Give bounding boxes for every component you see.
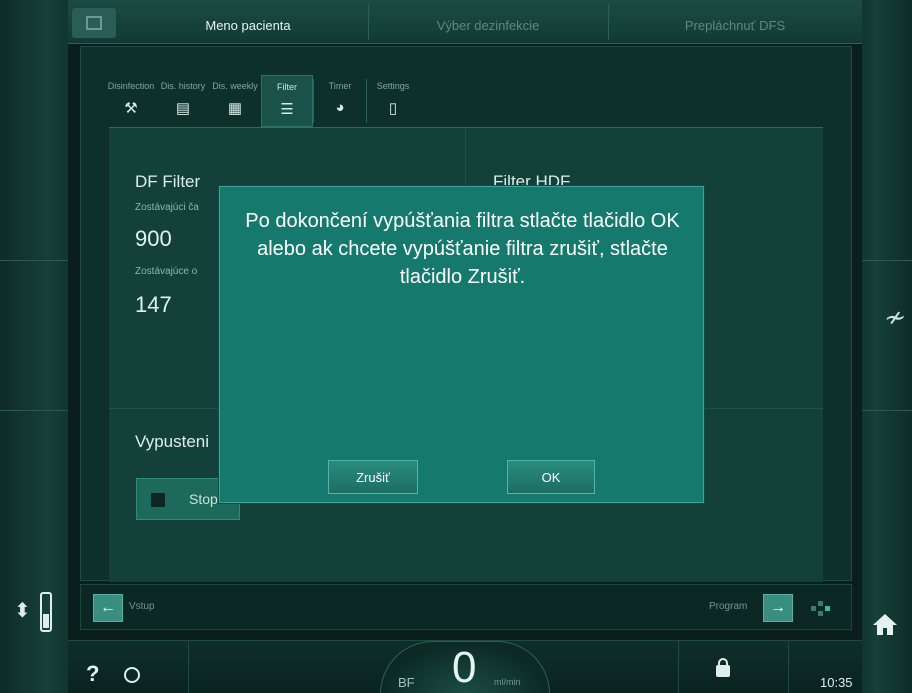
subtab-dis-weekly[interactable]: Dis. weekly ▦ bbox=[209, 75, 261, 127]
cancel-button[interactable]: Zrušiť bbox=[328, 460, 418, 494]
forward-button[interactable]: → bbox=[763, 594, 793, 622]
settings-icon: ▯ bbox=[388, 100, 398, 117]
navigation-bar: ← Vstup Program → bbox=[80, 584, 852, 630]
bypass-icon[interactable]: ≁ bbox=[882, 302, 904, 333]
rail-divider bbox=[0, 410, 68, 411]
filter-icon: ☰ bbox=[280, 101, 294, 118]
subtab-disinfection[interactable]: Disinfection ⚒ bbox=[105, 75, 157, 127]
df-remaining-other-value: 147 bbox=[135, 292, 172, 317]
subtab-label: Dis. weekly bbox=[212, 81, 258, 91]
subtab-timer[interactable]: Timer ◕ bbox=[314, 75, 366, 127]
stop-checkbox bbox=[151, 493, 165, 507]
subtab-label: Dis. history bbox=[160, 81, 206, 91]
bf-label: BF bbox=[398, 675, 415, 690]
status-bar: ? BF 0 ml/min 10:35 bbox=[68, 640, 862, 693]
df-remaining-other-label: Zostávajúce o bbox=[135, 266, 198, 277]
subtab-settings[interactable]: Settings ▯ bbox=[367, 75, 419, 127]
tab-patient-name[interactable]: Meno pacienta bbox=[128, 0, 368, 44]
tab-disinfection-selection[interactable]: Výber dezinfekcie bbox=[368, 0, 608, 44]
syringe-icon[interactable] bbox=[40, 592, 52, 632]
timer-icon: ◕ bbox=[335, 99, 345, 116]
arrow-right-icon: → bbox=[770, 599, 786, 616]
wrench-icon: ⚒ bbox=[124, 100, 138, 117]
clock: 10:35 bbox=[820, 675, 853, 690]
status-divider bbox=[788, 641, 789, 693]
back-label: Vstup bbox=[129, 601, 155, 612]
left-rail bbox=[0, 0, 68, 693]
sub-tab-bar: Disinfection ⚒ Dis. history ▤ Dis. weekl… bbox=[105, 75, 419, 127]
rail-divider bbox=[862, 260, 912, 261]
program-progress-icon bbox=[811, 601, 835, 616]
screen-icon bbox=[86, 16, 102, 30]
cancel-label: Zrušiť bbox=[356, 469, 390, 485]
tab-label: Prepláchnuť DFS bbox=[684, 18, 786, 33]
weekly-icon: ▦ bbox=[227, 100, 243, 117]
bf-value: 0 bbox=[452, 643, 477, 692]
tab-label: Výber dezinfekcie bbox=[436, 18, 540, 33]
subtab-label: Disinfection bbox=[107, 81, 155, 91]
status-divider bbox=[188, 641, 189, 693]
up-down-arrows-icon[interactable]: ⬍ bbox=[14, 598, 31, 623]
back-button[interactable]: ← bbox=[93, 594, 123, 622]
top-tab-bar: Meno pacienta Výber dezinfekcie Preplách… bbox=[68, 0, 862, 44]
timer-status-icon[interactable] bbox=[124, 667, 140, 683]
stop-label: Stop bbox=[189, 491, 218, 507]
subtab-dis-history[interactable]: Dis. history ▤ bbox=[157, 75, 209, 127]
arrow-left-icon: ← bbox=[100, 599, 116, 616]
home-icon[interactable] bbox=[872, 612, 898, 636]
forward-label: Program bbox=[709, 601, 748, 612]
help-icon[interactable]: ? bbox=[86, 661, 99, 687]
drain-title: Vypusteni bbox=[135, 432, 210, 451]
ok-label: OK bbox=[541, 469, 561, 485]
ok-button[interactable]: OK bbox=[507, 460, 595, 494]
subtab-filter[interactable]: Filter ☰ bbox=[261, 75, 313, 127]
rail-divider bbox=[862, 410, 912, 411]
subtab-label: Timer bbox=[328, 81, 352, 91]
drain-filter-dialog: Po dokončení vypúšťania filtra stlačte t… bbox=[219, 186, 704, 503]
tab-rinse-dfs[interactable]: Prepláchnuť DFS bbox=[608, 0, 862, 44]
bf-unit: ml/min bbox=[494, 677, 521, 687]
rail-divider bbox=[0, 260, 68, 261]
dialog-message: Po dokončení vypúšťania filtra stlačte t… bbox=[245, 210, 680, 288]
right-rail bbox=[862, 0, 912, 693]
tab-label: Meno pacienta bbox=[205, 18, 291, 33]
df-remaining-time-value: 900 bbox=[135, 226, 172, 251]
subtab-label: Filter bbox=[277, 82, 297, 92]
history-icon: ▤ bbox=[175, 100, 191, 117]
status-divider bbox=[678, 641, 679, 693]
screen-menu-button[interactable] bbox=[72, 8, 116, 38]
df-remaining-time-label: Zostávajúci ča bbox=[135, 202, 199, 213]
subtab-label: Settings bbox=[376, 81, 410, 91]
df-filter-title: DF Filter bbox=[135, 172, 201, 191]
lock-icon[interactable] bbox=[716, 658, 730, 677]
